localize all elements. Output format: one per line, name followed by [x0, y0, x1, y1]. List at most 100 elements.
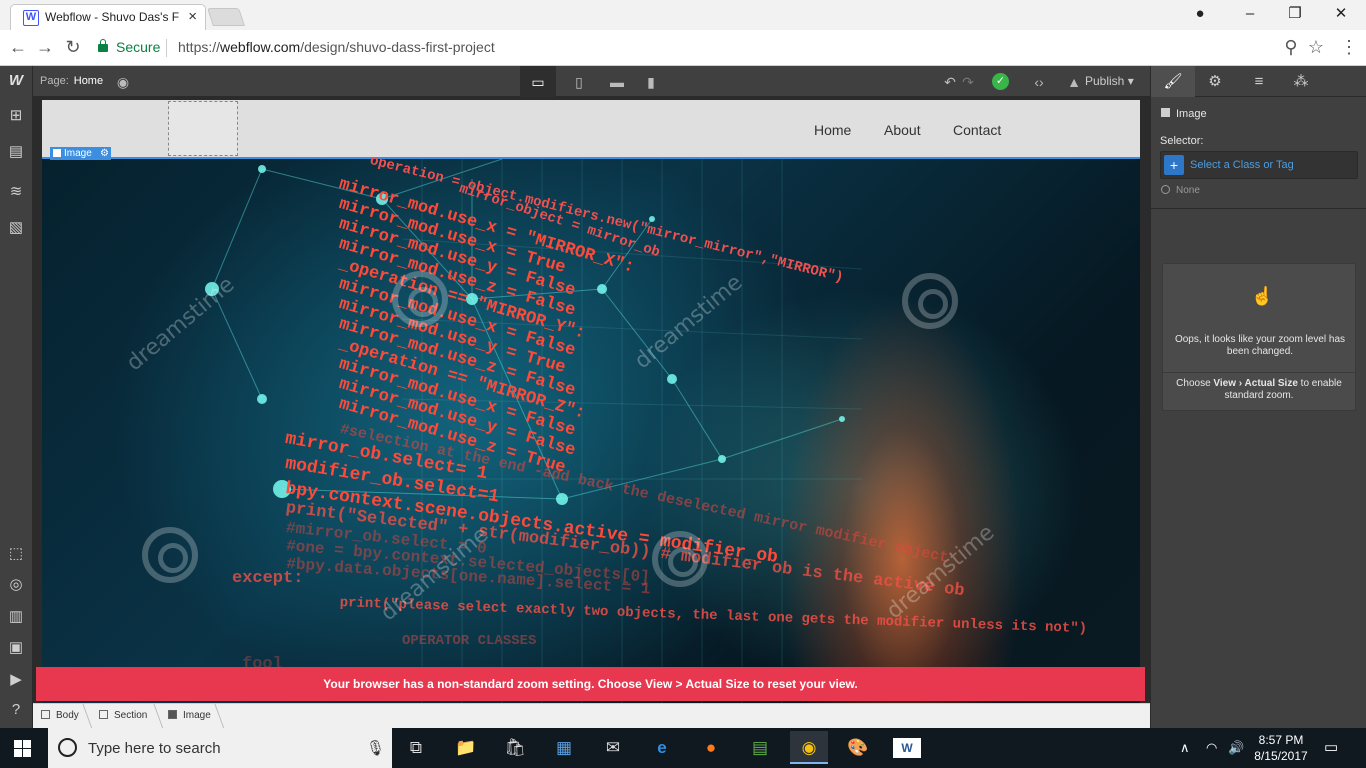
tablet-view-button[interactable]: ▯: [561, 66, 597, 97]
browser-tab-webflow[interactable]: W Webflow - Shuvo Das's F ×: [10, 4, 206, 30]
mail-icon[interactable]: ✉: [599, 735, 627, 761]
mobile-portrait-view-button[interactable]: ▮: [633, 66, 669, 97]
windows-start-button[interactable]: [14, 740, 31, 757]
breadcrumb: Body Section Image: [33, 703, 1150, 729]
paint-icon[interactable]: 🎨: [844, 735, 872, 761]
help-icon[interactable]: ?: [6, 700, 26, 720]
nav-link-home[interactable]: Home: [814, 122, 851, 138]
cms-database-icon[interactable]: ≋: [6, 182, 26, 202]
tablet-icon: ▯: [575, 74, 583, 90]
back-button[interactable]: ←: [5, 36, 31, 58]
selected-element-badge[interactable]: Image: [50, 147, 98, 160]
zoom-search-icon[interactable]: ⚲: [1278, 36, 1304, 58]
url-text[interactable]: https://webflow.com/design/shuvo-dass-fi…: [178, 39, 495, 55]
search-placeholder: Type here to search: [88, 740, 221, 757]
bookmark-star-icon[interactable]: ☆: [1303, 36, 1329, 58]
zoom-warning-banner: Your browser has a non-standard zoom set…: [36, 667, 1145, 701]
reload-button[interactable]: ↻: [60, 36, 86, 58]
task-view-icon[interactable]: ⧉: [402, 735, 430, 761]
remote-desktop-icon[interactable]: ▦: [550, 735, 578, 761]
forward-button[interactable]: →: [32, 36, 58, 58]
sublime-notes-icon[interactable]: ▤: [746, 735, 774, 761]
breadcrumb-item-section[interactable]: Section: [99, 710, 147, 721]
mobile-landscape-view-button[interactable]: ▬: [599, 66, 635, 97]
image-icon: [168, 710, 177, 719]
navigator-select-icon[interactable]: ⬚: [6, 544, 26, 564]
start-logo-pane: [14, 749, 22, 757]
store-icon[interactable]: 🛍: [501, 735, 529, 761]
zoom-warning-card: ☝ Oops, it looks like your zoom level ha…: [1162, 263, 1356, 411]
panel-tabs: 🖌 ⚙ ≡ ⁂: [1151, 66, 1366, 97]
menu-icon[interactable]: ⋮: [1336, 36, 1362, 58]
desktop-view-button[interactable]: ▭: [520, 66, 556, 97]
system-clock[interactable]: 8:57 PM 8/15/2017: [1248, 732, 1314, 764]
preview-eye-icon[interactable]: ◉: [113, 72, 133, 92]
hero-image[interactable]: operation = object.modifiers.new("mirror…: [42, 153, 1140, 703]
tab-settings-gear-icon[interactable]: ⚙: [1193, 66, 1237, 97]
volume-icon[interactable]: 🔊: [1228, 740, 1244, 756]
preview-icon[interactable]: ◎: [6, 575, 26, 595]
start-logo-pane: [23, 740, 31, 748]
symbols-icon[interactable]: ▥: [6, 607, 26, 627]
webflow-logo-icon[interactable]: W: [6, 71, 26, 91]
selector-label: Selector:: [1160, 135, 1204, 147]
brand-logo-placeholder[interactable]: [168, 101, 238, 156]
video-tutorials-icon[interactable]: ▶: [6, 670, 26, 690]
desktop-icon: ▭: [531, 74, 545, 90]
divider: [1151, 208, 1366, 209]
secure-indicator[interactable]: Secure: [98, 39, 160, 55]
file-explorer-icon[interactable]: 📁: [452, 735, 480, 761]
new-tab-button[interactable]: [207, 8, 245, 26]
left-toolbar: W ⊞ ▤ ≋ ▧ ⬚ ◎ ▥ ▣ ▶ ?: [0, 66, 33, 728]
nav-link-contact[interactable]: Contact: [953, 122, 1001, 138]
close-tab-icon[interactable]: ×: [188, 8, 197, 25]
restore-button[interactable]: ❐: [1272, 2, 1318, 26]
redo-icon[interactable]: ↷: [959, 72, 977, 92]
breadcrumb-item-body[interactable]: Body: [41, 710, 79, 721]
publish-rocket-icon: ▲: [1067, 74, 1081, 90]
none-circle-icon: [1161, 185, 1170, 194]
cortana-icon: [58, 738, 77, 757]
element-settings-gear-icon[interactable]: ⚙: [98, 147, 111, 160]
tray-overflow-icon[interactable]: ∧: [1180, 740, 1190, 756]
tab-navigator-icon[interactable]: ≡: [1237, 66, 1281, 97]
tab-title: Webflow - Shuvo Das's F: [45, 10, 180, 24]
zoom-warning-tip: Choose View › Actual Size to enable stan…: [1176, 378, 1342, 401]
nav-link-about[interactable]: About: [884, 122, 921, 138]
tab-style-brush-icon[interactable]: 🖌: [1151, 66, 1195, 97]
undo-icon[interactable]: ↶: [941, 72, 959, 92]
firefox-icon[interactable]: ●: [697, 735, 725, 761]
image-icon: [1161, 108, 1170, 117]
edge-browser-icon[interactable]: e: [648, 735, 676, 761]
browser-tab-strip: W Webflow - Shuvo Das's F × ● – ❐ ✕: [0, 0, 1366, 30]
page-selector[interactable]: Page: Home: [40, 75, 103, 87]
selected-element-label: Image: [1161, 108, 1207, 120]
address-bar[interactable]: Secure https://webflow.com/design/shuvo-…: [92, 35, 1332, 61]
watermark-spiral-icon: [652, 531, 708, 587]
assets-icon[interactable]: ▧: [6, 218, 26, 238]
microphone-icon[interactable]: 🎙: [366, 739, 385, 757]
profile-icon[interactable]: ●: [1177, 2, 1223, 26]
site-navbar[interactable]: Home About Contact: [42, 100, 1140, 157]
add-class-plus-icon[interactable]: +: [1164, 155, 1184, 175]
chrome-icon[interactable]: ◉: [790, 731, 828, 764]
zoom-warning-message: Oops, it looks like your zoom level has …: [1174, 334, 1346, 357]
word-icon[interactable]: W: [893, 738, 921, 758]
pointer-hand-icon: ☝: [1251, 286, 1274, 306]
code-export-icon[interactable]: ‹›: [1028, 72, 1050, 92]
selector-field[interactable]: + Select a Class or Tag: [1160, 151, 1358, 179]
breadcrumb-item-image[interactable]: Image: [168, 710, 211, 721]
watermark-spiral-icon: [392, 271, 448, 327]
minimize-button[interactable]: –: [1227, 2, 1273, 26]
export-icon[interactable]: ▣: [6, 638, 26, 658]
tab-interactions-icon[interactable]: ⁂: [1279, 66, 1323, 97]
publish-button[interactable]: Publish ▾: [1085, 74, 1134, 88]
pages-icon[interactable]: ▤: [6, 142, 26, 162]
selector-placeholder: Select a Class or Tag: [1190, 159, 1294, 171]
add-element-icon[interactable]: ⊞: [6, 106, 26, 126]
wifi-icon[interactable]: ◠: [1206, 740, 1217, 756]
close-window-button[interactable]: ✕: [1318, 2, 1364, 26]
taskbar-search-box[interactable]: Type here to search 🎙: [48, 728, 392, 768]
action-center-icon[interactable]: ▭: [1324, 738, 1338, 756]
clock-time: 8:57 PM: [1258, 733, 1304, 747]
